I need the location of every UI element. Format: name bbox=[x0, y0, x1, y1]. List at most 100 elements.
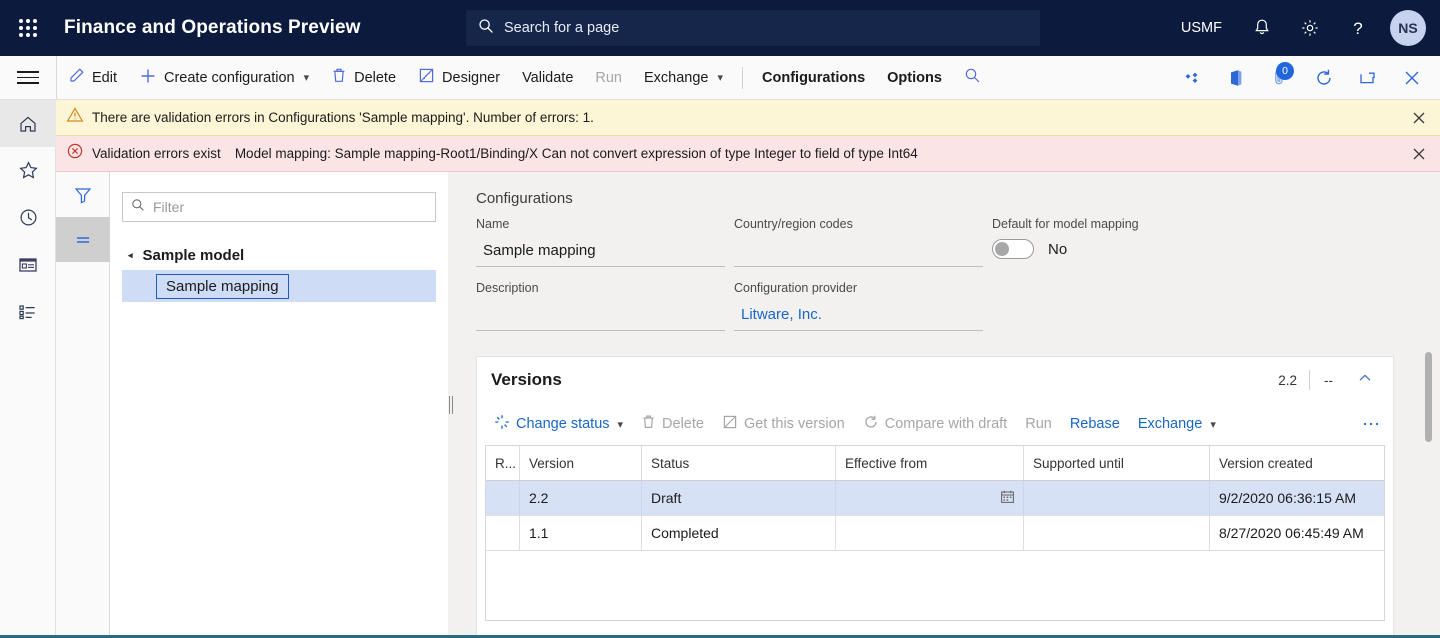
top-bar-right-cluster: USMF ? NS bbox=[1163, 0, 1440, 56]
sidebar-item-home[interactable] bbox=[0, 100, 56, 147]
designer-label: Designer bbox=[442, 70, 500, 86]
close-icon[interactable] bbox=[1408, 143, 1430, 165]
cell-status[interactable]: Draft bbox=[642, 481, 836, 515]
configuration-provider-link[interactable]: Litware, Inc. bbox=[734, 299, 983, 331]
search-icon bbox=[478, 18, 494, 39]
edit-button[interactable]: Edit bbox=[57, 56, 128, 99]
refresh-icon[interactable] bbox=[1302, 56, 1346, 99]
cell-effective-from[interactable] bbox=[836, 516, 1024, 550]
notifications-bell-icon[interactable] bbox=[1240, 0, 1284, 56]
designer-button[interactable]: Designer bbox=[407, 56, 511, 99]
cell-effective-from[interactable] bbox=[836, 481, 1024, 515]
country-region-codes-input[interactable] bbox=[734, 235, 983, 267]
get-this-version-button: Get this version bbox=[713, 403, 854, 445]
configuration-fields: Name Sample mapping Description Country/… bbox=[454, 211, 1440, 331]
column-header-effective-from[interactable]: Effective from bbox=[836, 446, 1024, 480]
versions-dash[interactable]: -- bbox=[1310, 373, 1347, 388]
navigation-menu-icon[interactable] bbox=[0, 56, 56, 99]
cell-version[interactable]: 2.2 bbox=[520, 481, 642, 515]
exchange-button[interactable]: Exchange ▾ bbox=[633, 56, 734, 99]
settings-gear-icon[interactable] bbox=[1288, 0, 1332, 56]
cell-status[interactable]: Completed bbox=[642, 516, 836, 550]
row-indicator-cell[interactable] bbox=[486, 481, 520, 515]
spacer bbox=[476, 267, 734, 281]
sidebar-item-recent[interactable] bbox=[0, 194, 56, 241]
country-region-codes-label: Country/region codes bbox=[734, 217, 992, 231]
close-icon[interactable] bbox=[1390, 56, 1434, 99]
name-input[interactable]: Sample mapping bbox=[476, 235, 725, 267]
application-window: Finance and Operations Preview Search fo… bbox=[0, 0, 1440, 638]
error-circle-icon bbox=[66, 142, 84, 165]
main-content-area: Configurations Name Sample mapping Descr… bbox=[454, 172, 1440, 638]
description-label: Description bbox=[476, 281, 734, 295]
top-navigation-bar: Finance and Operations Preview Search fo… bbox=[0, 0, 1440, 56]
versions-exchange-button[interactable]: Exchange ▾ bbox=[1129, 403, 1225, 445]
versions-overflow-button[interactable]: ⋯ bbox=[1362, 414, 1381, 435]
change-status-button[interactable]: Change status ▾ bbox=[485, 403, 632, 445]
help-question-icon[interactable]: ? bbox=[1336, 0, 1380, 56]
tab-options[interactable]: Options bbox=[876, 56, 953, 99]
cell-supported-until[interactable] bbox=[1024, 516, 1210, 550]
search-icon bbox=[131, 198, 145, 217]
column-header-version[interactable]: Version bbox=[520, 446, 642, 480]
versions-count: 2.2 bbox=[1266, 373, 1309, 388]
delete-button[interactable]: Delete bbox=[320, 56, 407, 99]
status-spinner-icon bbox=[494, 414, 510, 434]
row-indicator-cell[interactable] bbox=[486, 516, 520, 550]
global-search-input[interactable]: Search for a page bbox=[466, 10, 1040, 46]
expander-triangle-icon[interactable]: ◂ bbox=[128, 250, 133, 261]
column-header-supported-until[interactable]: Supported until bbox=[1024, 446, 1210, 480]
description-input[interactable] bbox=[476, 299, 725, 331]
cell-version-created[interactable]: 8/27/2020 06:45:49 AM bbox=[1210, 516, 1384, 550]
configuration-provider-label: Configuration provider bbox=[734, 281, 992, 295]
filter-funnel-icon[interactable] bbox=[56, 172, 110, 217]
delete-label: Delete bbox=[354, 70, 396, 86]
office-app-icon[interactable] bbox=[1214, 56, 1258, 99]
tree-node-sample-model[interactable]: ◂ Sample model bbox=[122, 240, 436, 270]
attachments-icon[interactable]: 0 bbox=[1258, 56, 1302, 99]
action-pane-right-icons: 0 bbox=[1170, 56, 1434, 99]
diamonds-icon[interactable] bbox=[1170, 56, 1214, 99]
tab-configurations[interactable]: Configurations bbox=[751, 56, 876, 99]
edit-label: Edit bbox=[92, 70, 117, 86]
column-header-version-created[interactable]: Version created bbox=[1210, 446, 1384, 480]
table-row[interactable]: 2.2 Draft 9/2/2020 06:36:15 AM bbox=[486, 481, 1384, 516]
tree-child-label: Sample mapping bbox=[156, 274, 289, 299]
create-configuration-button[interactable]: Create configuration ▾ bbox=[128, 56, 320, 99]
warning-triangle-icon bbox=[66, 106, 84, 129]
waffle-grid bbox=[19, 19, 38, 38]
sidebar-item-modules[interactable] bbox=[0, 288, 56, 335]
content-scrollbar[interactable] bbox=[1425, 352, 1432, 630]
default-for-model-mapping-toggle[interactable] bbox=[992, 239, 1034, 259]
column-header-status[interactable]: Status bbox=[642, 446, 836, 480]
list-lines-icon[interactable] bbox=[56, 217, 110, 262]
sidebar-item-workspaces[interactable] bbox=[0, 241, 56, 288]
filter-input[interactable]: Filter bbox=[122, 192, 436, 222]
table-row[interactable]: 1.1 Completed 8/27/2020 06:45:49 AM bbox=[486, 516, 1384, 551]
close-icon[interactable] bbox=[1408, 107, 1430, 129]
favorites-star-icon bbox=[18, 160, 39, 181]
column-header-r[interactable]: R... bbox=[486, 446, 520, 480]
exchange-label: Exchange bbox=[644, 70, 709, 86]
validate-button[interactable]: Validate bbox=[511, 56, 584, 99]
chevron-down-icon: ▾ bbox=[304, 71, 310, 84]
get-this-version-label: Get this version bbox=[744, 416, 845, 432]
versions-exchange-label: Exchange bbox=[1138, 416, 1203, 432]
app-launcher-icon[interactable] bbox=[0, 0, 56, 56]
calendar-icon[interactable] bbox=[1000, 489, 1015, 507]
company-selector[interactable]: USMF bbox=[1167, 20, 1236, 36]
rebase-button[interactable]: Rebase bbox=[1061, 403, 1129, 445]
tree-node-sample-mapping[interactable]: Sample mapping bbox=[122, 270, 436, 302]
user-avatar[interactable]: NS bbox=[1390, 10, 1426, 46]
tree-panel-rail bbox=[56, 172, 110, 638]
field-column-1: Name Sample mapping Description bbox=[476, 217, 734, 331]
sidebar-item-favorites[interactable] bbox=[0, 147, 56, 194]
chevron-up-icon[interactable] bbox=[1347, 370, 1383, 391]
scrollbar-thumb[interactable] bbox=[1425, 352, 1432, 442]
popout-icon[interactable] bbox=[1346, 56, 1390, 99]
versions-card: Versions 2.2 -- Change status ▾ bbox=[476, 356, 1394, 638]
cell-supported-until[interactable] bbox=[1024, 481, 1210, 515]
toolbar-search-button[interactable] bbox=[953, 56, 992, 99]
cell-version-created[interactable]: 9/2/2020 06:36:15 AM bbox=[1210, 481, 1384, 515]
cell-version[interactable]: 1.1 bbox=[520, 516, 642, 550]
